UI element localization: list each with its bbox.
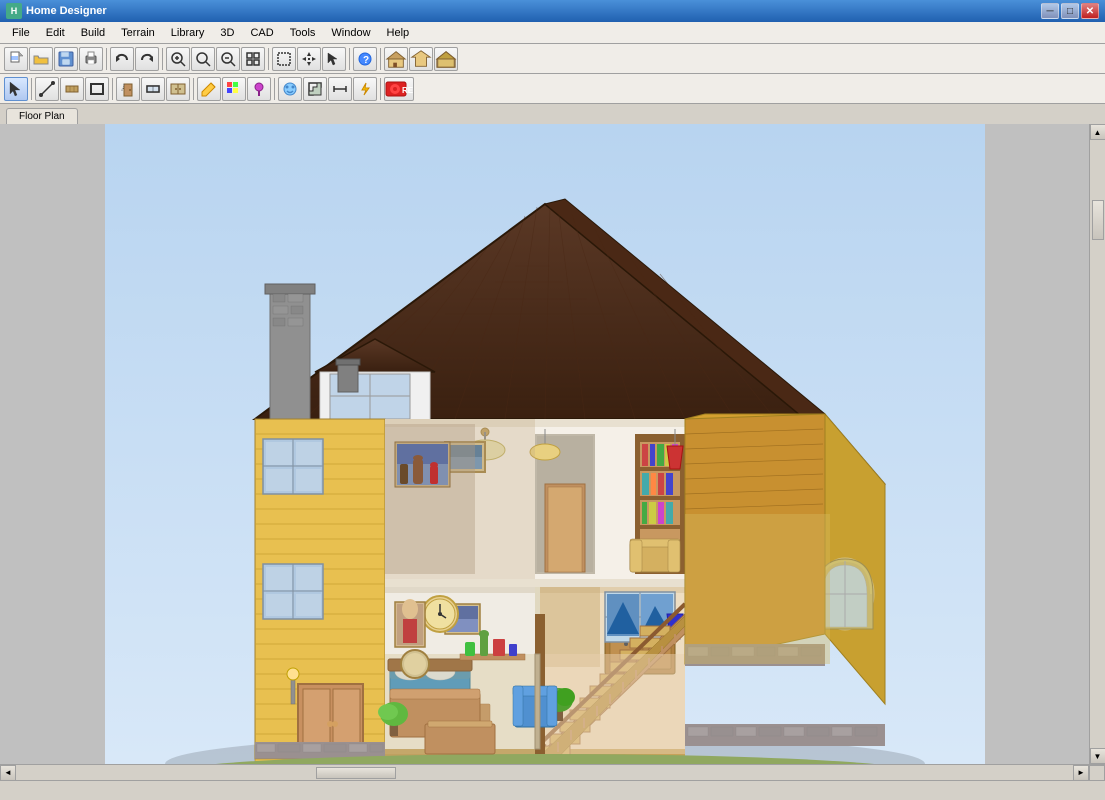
menu-cad[interactable]: CAD (242, 25, 281, 41)
app-title: Home Designer (26, 5, 1041, 17)
menu-edit[interactable]: Edit (38, 25, 73, 41)
canvas-area[interactable] (0, 124, 1089, 764)
scroll-left-button[interactable]: ◄ (0, 765, 16, 781)
pencil-tool-button[interactable] (197, 77, 221, 101)
menu-window[interactable]: Window (323, 25, 378, 41)
room-tool-button[interactable] (85, 77, 109, 101)
redo-button[interactable] (135, 47, 159, 71)
3d-front-button[interactable] (434, 47, 458, 71)
svg-text:REC: REC (402, 86, 413, 95)
color-picker-button[interactable] (247, 77, 271, 101)
sep3 (268, 48, 269, 70)
sep4 (349, 48, 350, 70)
canvas-with-scroll: ▲ ▼ (0, 124, 1105, 764)
toolbar-object-group (116, 77, 190, 101)
tab-bar: Floor Plan (0, 104, 1105, 124)
3d-house-button[interactable] (384, 47, 408, 71)
toolbar-select-group (272, 47, 346, 71)
menu-file[interactable]: File (4, 25, 38, 41)
status-bar (0, 780, 1105, 798)
sep1 (106, 48, 107, 70)
menu-terrain[interactable]: Terrain (113, 25, 163, 41)
house-3d-view (105, 124, 985, 764)
toolbar-symbol-group: REC (278, 77, 414, 101)
move-button[interactable] (297, 47, 321, 71)
scroll-thumb-h[interactable] (316, 767, 396, 779)
new-button[interactable] (4, 47, 28, 71)
window-controls: ─ □ ✕ (1041, 3, 1099, 19)
stair-tool-button[interactable] (303, 77, 327, 101)
title-bar: H Home Designer ─ □ ✕ (0, 0, 1105, 22)
cabinet-tool-button[interactable] (166, 77, 190, 101)
sep10 (380, 78, 381, 100)
menu-bar: File Edit Build Terrain Library 3D CAD T… (0, 22, 1105, 44)
fit-view-button[interactable] (241, 47, 265, 71)
menu-build[interactable]: Build (73, 25, 113, 41)
record-button[interactable]: REC (384, 77, 414, 101)
wall-tool-button[interactable] (60, 77, 84, 101)
sep7 (112, 78, 113, 100)
close-button[interactable]: ✕ (1081, 3, 1099, 19)
print-button[interactable] (79, 47, 103, 71)
toolbar-zoom-group (166, 47, 265, 71)
sep8 (193, 78, 194, 100)
scrollbar-corner (1089, 765, 1105, 781)
toolbar-3d-group: ? (353, 47, 458, 71)
toolbar-draw-group (35, 77, 109, 101)
toolbar-undo-group (110, 47, 159, 71)
toolbar-draw: REC (0, 74, 1105, 104)
zoom-out-button[interactable] (216, 47, 240, 71)
scroll-thumb-v[interactable] (1092, 200, 1104, 240)
arrow-button[interactable] (322, 47, 346, 71)
scroll-track-v[interactable] (1091, 140, 1105, 748)
toolbar-file-group (4, 47, 103, 71)
select-rect-button[interactable] (272, 47, 296, 71)
floor-plan-tab[interactable]: Floor Plan (6, 108, 78, 124)
horizontal-scrollbar[interactable]: ◄ ► (0, 764, 1105, 780)
scroll-up-button[interactable]: ▲ (1090, 124, 1105, 140)
minimize-button[interactable]: ─ (1041, 3, 1059, 19)
menu-library[interactable]: Library (163, 25, 213, 41)
house-container (0, 124, 1089, 764)
window-tool-button[interactable] (141, 77, 165, 101)
vertical-scrollbar[interactable]: ▲ ▼ (1089, 124, 1105, 764)
sep5 (380, 48, 381, 70)
menu-help[interactable]: Help (379, 25, 418, 41)
svg-text:?: ? (363, 55, 369, 66)
undo-button[interactable] (110, 47, 134, 71)
menu-tools[interactable]: Tools (282, 25, 324, 41)
toolbar-paint-group (197, 77, 271, 101)
scroll-right-button[interactable]: ► (1073, 765, 1089, 781)
app-icon: H (6, 3, 22, 19)
toolbar-main: ? (0, 44, 1105, 74)
sep9 (274, 78, 275, 100)
save-button[interactable] (54, 47, 78, 71)
dimension-tool-button[interactable] (328, 77, 352, 101)
zoom-normal-button[interactable] (191, 47, 215, 71)
open-button[interactable] (29, 47, 53, 71)
zoom-in-button[interactable] (166, 47, 190, 71)
line-tool-button[interactable] (35, 77, 59, 101)
content-wrapper: Floor Plan (0, 104, 1105, 780)
sep2 (162, 48, 163, 70)
material-paint-button[interactable] (222, 77, 246, 101)
help-pointer-button[interactable]: ? (353, 47, 377, 71)
object-tool-button[interactable] (278, 77, 302, 101)
3d-overhead-button[interactable] (409, 47, 433, 71)
scroll-down-button[interactable]: ▼ (1090, 748, 1105, 764)
select-tool-button[interactable] (4, 77, 28, 101)
door-tool-button[interactable] (116, 77, 140, 101)
electric-tool-button[interactable] (353, 77, 377, 101)
menu-3d[interactable]: 3D (212, 25, 242, 41)
sep6 (31, 78, 32, 100)
scroll-track-h[interactable] (16, 766, 1073, 780)
maximize-button[interactable]: □ (1061, 3, 1079, 19)
